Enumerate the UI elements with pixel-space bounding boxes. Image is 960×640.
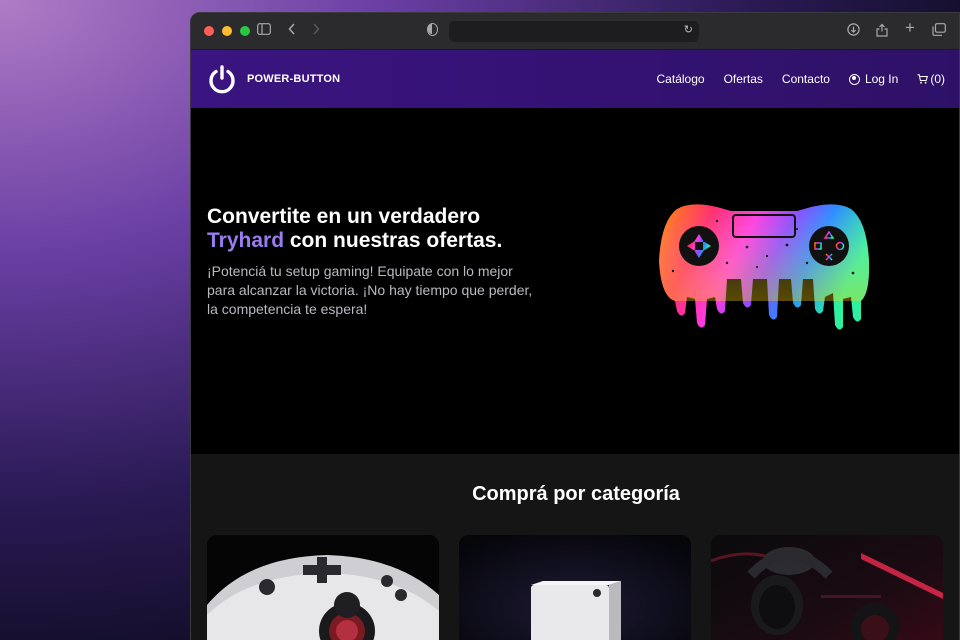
browser-window: ↻ + POWER-BUTTON Catálogo Ofertas Contac <box>190 12 960 640</box>
login-label: Log In <box>864 72 899 86</box>
close-window-button[interactable] <box>204 26 214 36</box>
nav-links: Catálogo Ofertas Contacto Log In (0) <box>657 50 945 108</box>
hero-text: Convertite en un verdadero Tryhard con n… <box>207 205 587 319</box>
privacy-shield-icon[interactable] <box>427 23 438 36</box>
hero-section: Convertite en un verdadero Tryhard con n… <box>191 108 959 453</box>
hero-subtitle-line1: ¡Potenciá tu setup gaming! Equipate con … <box>207 263 513 279</box>
site-navbar: POWER-BUTTON Catálogo Ofertas Contacto L… <box>191 50 959 108</box>
window-controls <box>204 26 250 36</box>
user-icon <box>848 73 860 85</box>
category-card-consoles[interactable] <box>459 535 691 640</box>
hero-title-highlight: Tryhard <box>207 229 285 252</box>
hero-title-rest: con nuestras ofertas. <box>289 229 503 252</box>
sidebar-icon[interactable] <box>257 23 271 39</box>
brand-name: POWER-BUTTON <box>247 73 341 85</box>
hero-subtitle: ¡Potenciá tu setup gaming! Equipate con … <box>207 262 587 319</box>
cart-button[interactable]: (0) <box>917 72 945 86</box>
hero-title: Convertite en un verdadero Tryhard con n… <box>207 205 587 253</box>
browser-titlebar: ↻ + <box>191 13 959 50</box>
nav-link-contacto[interactable]: Contacto <box>782 72 830 86</box>
download-icon[interactable] <box>847 23 860 40</box>
cart-count: (0) <box>930 72 945 86</box>
power-button-icon <box>207 64 237 94</box>
forward-icon[interactable] <box>312 23 320 39</box>
hero-subtitle-line3: la competencia te espera! <box>207 301 368 317</box>
tab-overview-icon[interactable] <box>932 23 946 40</box>
categories-section: Comprá por categoría <box>191 454 959 640</box>
nav-link-ofertas[interactable]: Ofertas <box>724 72 763 86</box>
hero-title-line1: Convertite en un verdadero <box>207 205 481 228</box>
site-logo[interactable]: POWER-BUTTON <box>207 64 340 94</box>
new-tab-icon[interactable]: + <box>905 19 915 36</box>
minimize-window-button[interactable] <box>222 26 232 36</box>
cart-icon <box>917 74 929 84</box>
back-icon[interactable] <box>288 23 296 39</box>
category-cards <box>207 535 943 640</box>
hero-subtitle-line2: para alcanzar la victoria. ¡No hay tiemp… <box>207 282 533 298</box>
address-bar[interactable]: ↻ <box>449 21 699 42</box>
category-card-controllers[interactable] <box>207 535 439 640</box>
share-icon[interactable] <box>876 23 888 41</box>
zoom-window-button[interactable] <box>240 26 250 36</box>
nav-link-catalogo[interactable]: Catálogo <box>657 72 705 86</box>
reload-icon[interactable]: ↻ <box>684 23 693 36</box>
category-card-headsets[interactable] <box>711 535 943 640</box>
categories-title: Comprá por categoría <box>472 483 680 505</box>
login-button[interactable]: Log In <box>848 72 899 86</box>
gamepad-illustration <box>657 201 871 333</box>
